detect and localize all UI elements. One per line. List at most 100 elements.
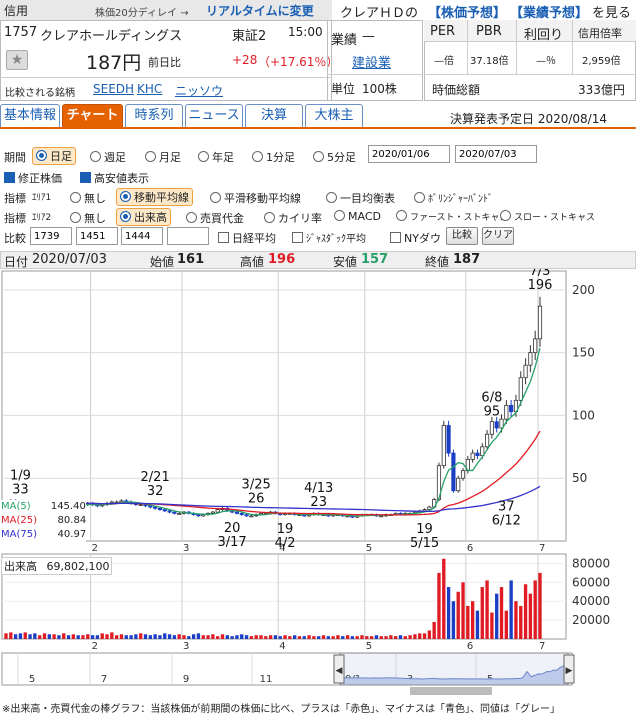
period-monthly[interactable]: 月足 bbox=[145, 149, 181, 165]
jasdaq-check[interactable]: ｼﾞｬｽﾀﾞｯｸ平均 bbox=[292, 230, 366, 245]
candle-down bbox=[153, 506, 158, 509]
compare-code-3[interactable] bbox=[121, 227, 163, 245]
volume-bar bbox=[76, 635, 80, 639]
volume-bar bbox=[216, 636, 220, 639]
delay-note: 株価20分ディレイ → bbox=[95, 8, 189, 19]
price-pane: 2 3 4 5 6 7501001502001/9332/2132203/173/2526… bbox=[1, 269, 595, 554]
compare-button[interactable]: 比較 bbox=[446, 227, 478, 245]
volume-bar bbox=[105, 634, 109, 639]
nikkei-check[interactable]: 日経平均 bbox=[218, 230, 276, 246]
period-5min[interactable]: 5分足 bbox=[313, 149, 356, 165]
market-cap-value: 333億円 bbox=[578, 83, 625, 97]
ind2-volume[interactable]: 出来高 bbox=[116, 208, 171, 226]
clear-button[interactable]: クリア bbox=[482, 227, 514, 245]
volume-bar bbox=[292, 635, 297, 639]
volume-bar bbox=[514, 601, 518, 639]
volume-bar bbox=[533, 580, 537, 639]
tab-earnings[interactable]: 決算 bbox=[245, 104, 303, 128]
annotation-value: 26 bbox=[248, 491, 265, 506]
tab-major-shareholders[interactable]: 大株主 bbox=[305, 104, 363, 128]
date-from-input[interactable] bbox=[368, 145, 450, 163]
high-low-check[interactable]: 高安値表示 bbox=[80, 170, 149, 186]
volume-bar bbox=[538, 572, 542, 639]
option-label: 出来高 bbox=[134, 211, 167, 224]
candle-up bbox=[379, 515, 384, 518]
candle-down bbox=[244, 514, 249, 517]
radio-icon bbox=[198, 151, 209, 162]
ma25-legend: MA(25) 80.84 bbox=[1, 514, 86, 528]
y-tick-label: 50 bbox=[572, 471, 587, 485]
footer-note: ※出来高・売買代金の棒グラフ：当該株価が前期間の株価に比べ、プラスは「赤色」、マ… bbox=[2, 704, 560, 715]
favorite-star-icon[interactable]: ★ bbox=[6, 50, 28, 70]
volume-bar bbox=[38, 635, 42, 639]
unit-value: 100株 bbox=[362, 82, 397, 96]
compare-link-nissou[interactable]: ニッソウ bbox=[175, 82, 223, 99]
ind2-macd[interactable]: MACD bbox=[334, 210, 381, 223]
industry-link[interactable]: 建設業 bbox=[352, 52, 391, 71]
market-label: 東証2 bbox=[232, 29, 267, 44]
volume-bar bbox=[317, 636, 321, 639]
divider bbox=[516, 20, 517, 74]
period-daily[interactable]: 日足 bbox=[32, 147, 76, 165]
volume-bar bbox=[394, 636, 398, 639]
volume-bar bbox=[52, 634, 56, 639]
volume-bar bbox=[23, 632, 27, 639]
ind1-ichimoku[interactable]: 一目均衡表 bbox=[326, 190, 395, 206]
ind2-slow-stoch[interactable]: スロー・ストキャス bbox=[500, 210, 595, 223]
volume-bar bbox=[139, 633, 143, 639]
compare-link-seedh[interactable]: SEEDH bbox=[93, 82, 134, 96]
volume-bar bbox=[71, 634, 76, 639]
compare-link-khc[interactable]: KHC bbox=[137, 82, 162, 96]
stock-chart[interactable]: 2 3 4 5 6 7501001502001/9332/2132203/173/2526… bbox=[0, 269, 636, 699]
tab-time-series[interactable]: 時系列 bbox=[125, 104, 183, 128]
option-label: 1分足 bbox=[266, 151, 295, 164]
radio-icon bbox=[186, 212, 197, 223]
ind2-none[interactable]: 無し bbox=[70, 210, 106, 226]
ind2-trading-value[interactable]: 売買代金 bbox=[186, 210, 244, 226]
date-to-input[interactable] bbox=[455, 145, 537, 163]
annotation-value: 20 bbox=[224, 521, 241, 536]
compare-code-2[interactable] bbox=[76, 227, 118, 245]
annotation-value: 23 bbox=[310, 495, 327, 510]
candle-down bbox=[148, 505, 153, 508]
tab-chart[interactable]: チャート bbox=[62, 104, 123, 128]
ind2-fast-stoch[interactable]: ファースト・ストキャス bbox=[396, 210, 509, 223]
radio-icon bbox=[414, 192, 425, 203]
volume-bar bbox=[360, 635, 364, 639]
tab-basic-info[interactable]: 基本情報 bbox=[0, 104, 60, 128]
navigator-tick-label: 9 bbox=[183, 674, 189, 685]
perf-forecast-link[interactable]: 【業績予想】 bbox=[510, 2, 588, 21]
volume-bar bbox=[235, 635, 239, 639]
volume-bar bbox=[100, 633, 104, 639]
realtime-link[interactable]: リアルタイムに変更 bbox=[206, 2, 314, 19]
volume-bar bbox=[4, 633, 8, 639]
period-1min[interactable]: 1分足 bbox=[252, 149, 295, 165]
ind1-smoothed-ma[interactable]: 平滑移動平均線 bbox=[210, 190, 301, 206]
volume-bar bbox=[451, 601, 456, 639]
divider bbox=[572, 20, 573, 74]
period-yearly[interactable]: 年足 bbox=[198, 149, 234, 165]
compare-code-4[interactable] bbox=[167, 227, 209, 245]
compare-code-1[interactable] bbox=[30, 227, 72, 245]
period-weekly[interactable]: 週足 bbox=[90, 149, 126, 165]
adjusted-price-check[interactable]: 修正株価 bbox=[4, 170, 62, 186]
radio-icon bbox=[120, 191, 131, 202]
industry-label: 業績 bbox=[331, 33, 358, 48]
month-tick-label: 6 bbox=[467, 543, 473, 554]
tab-news[interactable]: ニュース bbox=[185, 104, 243, 128]
volume-bar bbox=[485, 580, 489, 639]
ind1-moving-average[interactable]: 移動平均線 bbox=[116, 188, 193, 206]
ind1-bollinger[interactable]: ﾎﾞﾘﾝｼﾞｬｰﾊﾞﾝﾄﾞ bbox=[414, 190, 493, 205]
ind2-deviation[interactable]: カイリ率 bbox=[264, 210, 322, 226]
nydow-check[interactable]: NYダウ bbox=[390, 230, 441, 246]
volume-tick-label: 80000 bbox=[572, 556, 610, 570]
option-label: 週足 bbox=[104, 151, 126, 164]
high-label: 高値 bbox=[240, 255, 265, 269]
radio-icon bbox=[70, 192, 81, 203]
option-label: 日経平均 bbox=[232, 232, 276, 245]
navigator-window bbox=[339, 652, 569, 686]
stock-forecast-link[interactable]: 【株価予想】 bbox=[428, 2, 506, 21]
ind1-none[interactable]: 無し bbox=[70, 190, 106, 206]
close-label: 終値 bbox=[425, 255, 450, 269]
navigator-tick-label: 7 bbox=[101, 674, 107, 685]
